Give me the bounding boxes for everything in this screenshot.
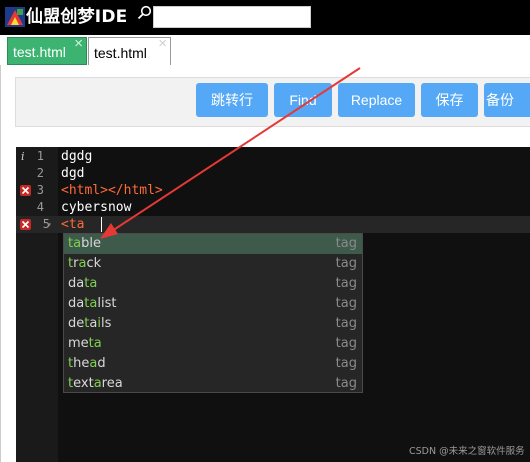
info-icon[interactable]: i (21, 148, 25, 165)
autocomplete-item[interactable]: details tag (64, 314, 362, 334)
autocomplete-type: tag (335, 256, 357, 271)
autocomplete-word: track (68, 256, 102, 271)
code-line[interactable]: <ta (61, 216, 84, 233)
tab-test-html-active[interactable]: test.html × (7, 36, 87, 65)
autocomplete-word: thead (68, 356, 106, 371)
search-input[interactable] (153, 6, 311, 28)
autocomplete-word: data (68, 276, 98, 291)
search-icon (137, 5, 152, 20)
text-cursor (101, 217, 102, 232)
code-line[interactable]: <html></html> (61, 182, 163, 199)
gutter-line: 3 (16, 182, 58, 199)
tab-label: test.html (13, 44, 66, 60)
line-number: 2 (36, 166, 44, 180)
active-line-highlight (58, 216, 530, 233)
title-bar: 仙盟创梦IDE (0, 0, 530, 35)
backup-button[interactable]: 备份 (484, 83, 530, 117)
autocomplete-item[interactable]: datalist tag (64, 294, 362, 314)
gutter-line: 5 ▾ (16, 216, 58, 233)
watermark-text: CSDN @未来之窗软件服务 (409, 446, 525, 457)
tab-label: test.html (94, 45, 147, 61)
close-icon[interactable]: × (158, 36, 167, 51)
autocomplete-type: tag (335, 356, 357, 371)
autocomplete-item[interactable]: meta tag (64, 334, 362, 354)
app-logo-icon (5, 7, 25, 27)
autocomplete-item[interactable]: thead tag (64, 354, 362, 374)
save-button[interactable]: 保存 (421, 83, 478, 117)
autocomplete-word: textarea (68, 376, 123, 391)
goto-line-button[interactable]: 跳转行 (196, 83, 268, 117)
divider (0, 65, 1, 462)
code-line[interactable]: dgd (61, 165, 84, 182)
autocomplete-type: tag (335, 296, 357, 311)
code-line[interactable]: cybersnow (61, 199, 131, 216)
line-number: 4 (36, 200, 44, 214)
autocomplete-type: tag (335, 276, 357, 291)
gutter-line: 2 (16, 165, 58, 182)
gutter-line: 4 (16, 199, 58, 216)
autocomplete-word: table (68, 236, 101, 251)
line-number: 3 (36, 183, 44, 197)
autocomplete-type: tag (335, 236, 357, 251)
replace-button[interactable]: Replace (338, 83, 415, 117)
gutter-line: i 1 (16, 148, 58, 165)
close-icon[interactable]: × (74, 36, 83, 51)
autocomplete-type: tag (335, 376, 357, 391)
autocomplete-item[interactable]: data tag (64, 274, 362, 294)
tab-bar: test.html × test.html × (0, 35, 530, 66)
autocomplete-item[interactable]: track tag (64, 254, 362, 274)
line-number: 1 (36, 149, 44, 163)
autocomplete-word: datalist (68, 296, 117, 311)
autocomplete-word: meta (68, 336, 102, 351)
app-title: 仙盟创梦IDE (26, 7, 128, 27)
error-icon[interactable] (20, 219, 31, 230)
find-button[interactable]: Find (274, 83, 332, 117)
autocomplete-item[interactable]: textarea tag (64, 374, 362, 394)
autocomplete-item[interactable]: table tag (64, 234, 362, 254)
autocomplete-type: tag (335, 316, 357, 331)
error-icon[interactable] (20, 185, 31, 196)
fold-arrow-icon[interactable]: ▾ (47, 216, 52, 233)
tab-test-html[interactable]: test.html × (88, 36, 171, 66)
autocomplete-word: details (68, 316, 112, 331)
autocomplete-popup: table tag track tag data tag datalist tag detail… (63, 233, 363, 393)
code-line[interactable]: dgdg (61, 148, 92, 165)
autocomplete-type: tag (335, 336, 357, 351)
